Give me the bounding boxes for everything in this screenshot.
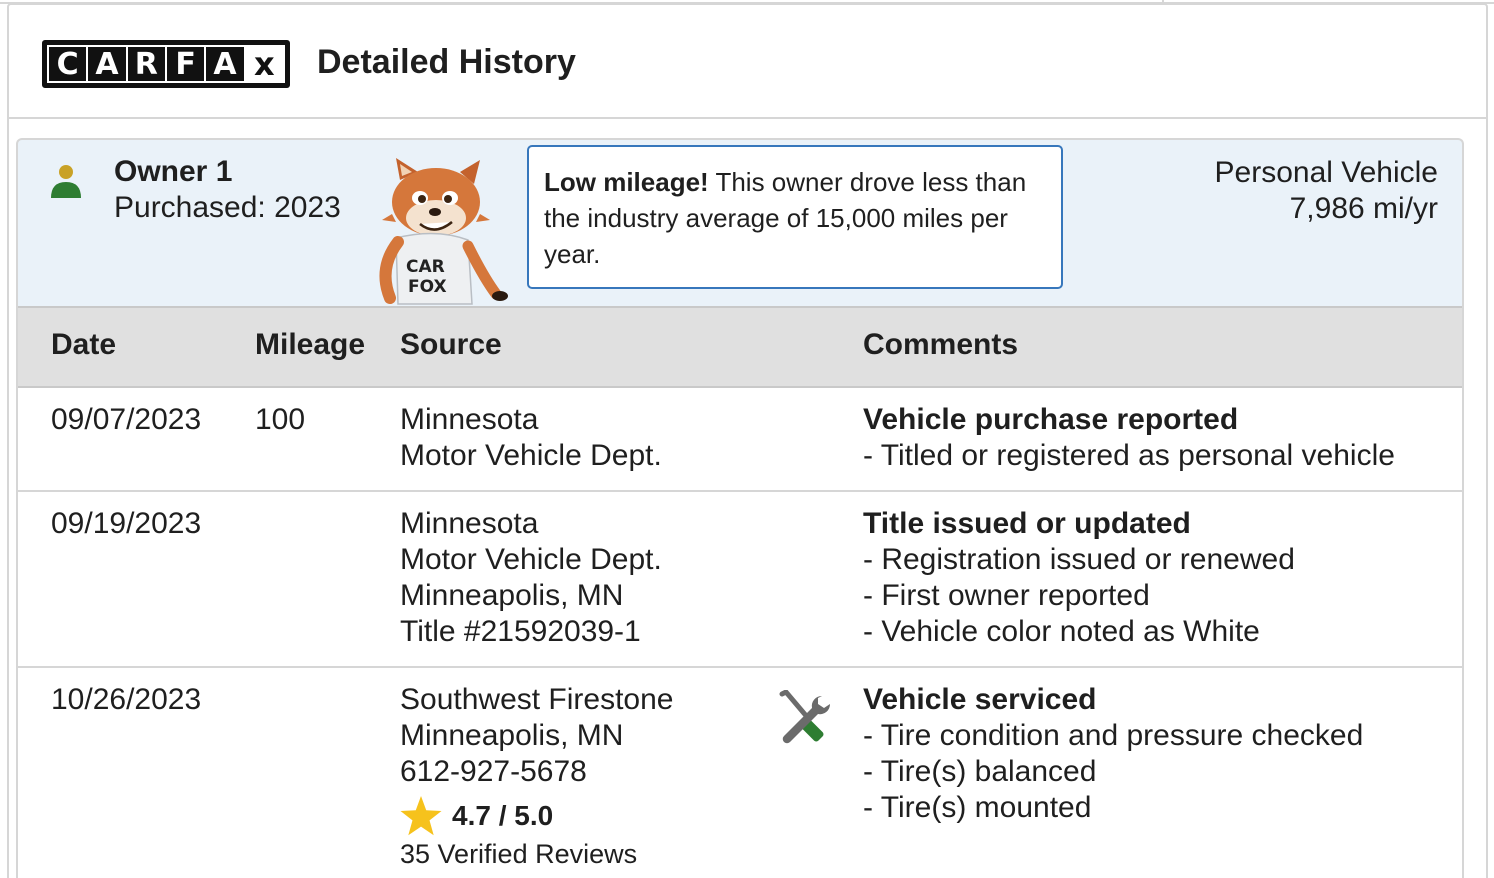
table-row: 09/07/2023 100 Minnesota Motor Vehicle D… (18, 388, 1462, 492)
row-comments: Vehicle purchase reported - Titled or re… (863, 402, 1395, 474)
row-source: Southwest Firestone Minneapolis, MN 612-… (400, 682, 673, 872)
column-header-mileage: Mileage (255, 328, 366, 361)
history-header: C A R F A x Detailed History (9, 5, 1486, 119)
callout-highlight: Low mileage! (544, 167, 709, 197)
table-row: 10/26/2023 Southwest Firestone Minneapol… (18, 668, 1462, 878)
logo-letter: x (245, 47, 283, 81)
person-icon (51, 165, 81, 198)
vehicle-type: Personal Vehicle (1214, 156, 1438, 189)
source-line: Motor Vehicle Dept. (400, 439, 662, 472)
row-source: Minnesota Motor Vehicle Dept. Minneapoli… (400, 506, 662, 650)
verified-reviews-link[interactable]: 35 Verified Reviews (400, 836, 673, 872)
star-icon (400, 796, 442, 836)
row-date: 09/19/2023 (51, 507, 202, 540)
column-header-date: Date (51, 328, 117, 361)
logo-letter: A (206, 47, 246, 82)
comment-item: - Tire condition and pressure checked (863, 719, 1364, 752)
column-header-comments: Comments (863, 328, 1019, 361)
wrench-screwdriver-icon (779, 690, 831, 744)
comment-title: Vehicle purchase reported (863, 403, 1239, 436)
comment-title: Vehicle serviced (863, 683, 1097, 716)
source-line: Minnesota (400, 507, 539, 540)
comment-item: - Titled or registered as personal vehic… (863, 439, 1395, 472)
row-date: 10/26/2023 (51, 683, 202, 716)
source-line: Minnesota (400, 403, 539, 436)
logo-letter: C (49, 47, 89, 82)
comment-item: - Registration issued or renewed (863, 543, 1295, 576)
owner-summary: Owner 1 Purchased: 2023 CAR FOX Low mile… (16, 138, 1464, 306)
page-title: Detailed History (317, 43, 576, 81)
source-line: Title #21592039-1 (400, 615, 641, 648)
carfax-logo: C A R F A x (42, 40, 290, 88)
comment-item: - Vehicle color noted as White (863, 615, 1260, 648)
history-table: Date Mileage Source Comments 09/07/2023 … (16, 306, 1464, 878)
column-header-source: Source (400, 328, 502, 361)
source-line: Southwest Firestone (400, 683, 674, 716)
row-comments: Vehicle serviced - Tire condition and pr… (863, 682, 1363, 826)
miles-per-year: 7,986 mi/yr (1289, 192, 1438, 225)
row-mileage: 100 (255, 403, 306, 436)
row-comments: Title issued or updated - Registration i… (863, 506, 1295, 650)
comment-title: Title issued or updated (863, 507, 1191, 540)
comment-item: - First owner reported (863, 579, 1150, 612)
table-row: 09/19/2023 Minnesota Motor Vehicle Dept.… (18, 492, 1462, 668)
comment-item: - Tire(s) balanced (863, 755, 1097, 788)
row-source: Minnesota Motor Vehicle Dept. (400, 402, 662, 474)
source-line: Minneapolis, MN (400, 579, 624, 612)
rating-value: 4.7 / 5.0 (452, 800, 554, 831)
logo-letter: A (88, 47, 128, 82)
source-line: Minneapolis, MN (400, 719, 624, 752)
svg-text:CAR: CAR (406, 257, 445, 277)
comment-item: - Tire(s) mounted (863, 791, 1092, 824)
logo-letter: F (167, 47, 207, 82)
source-line: 612-927-5678 (400, 755, 587, 788)
owner-name: Owner 1 (114, 155, 233, 188)
table-header: Date Mileage Source Comments (18, 306, 1462, 388)
svg-text:FOX: FOX (408, 277, 447, 297)
row-date: 09/07/2023 (51, 403, 202, 436)
logo-letter: R (128, 47, 167, 82)
car-fox-mascot-icon: CAR FOX (379, 158, 508, 305)
shop-rating: 4.7 / 5.0 (400, 796, 673, 836)
owner-purchased: Purchased: 2023 (114, 191, 341, 224)
source-line: Motor Vehicle Dept. (400, 543, 662, 576)
low-mileage-callout: Low mileage! This owner drove less than … (527, 145, 1063, 289)
